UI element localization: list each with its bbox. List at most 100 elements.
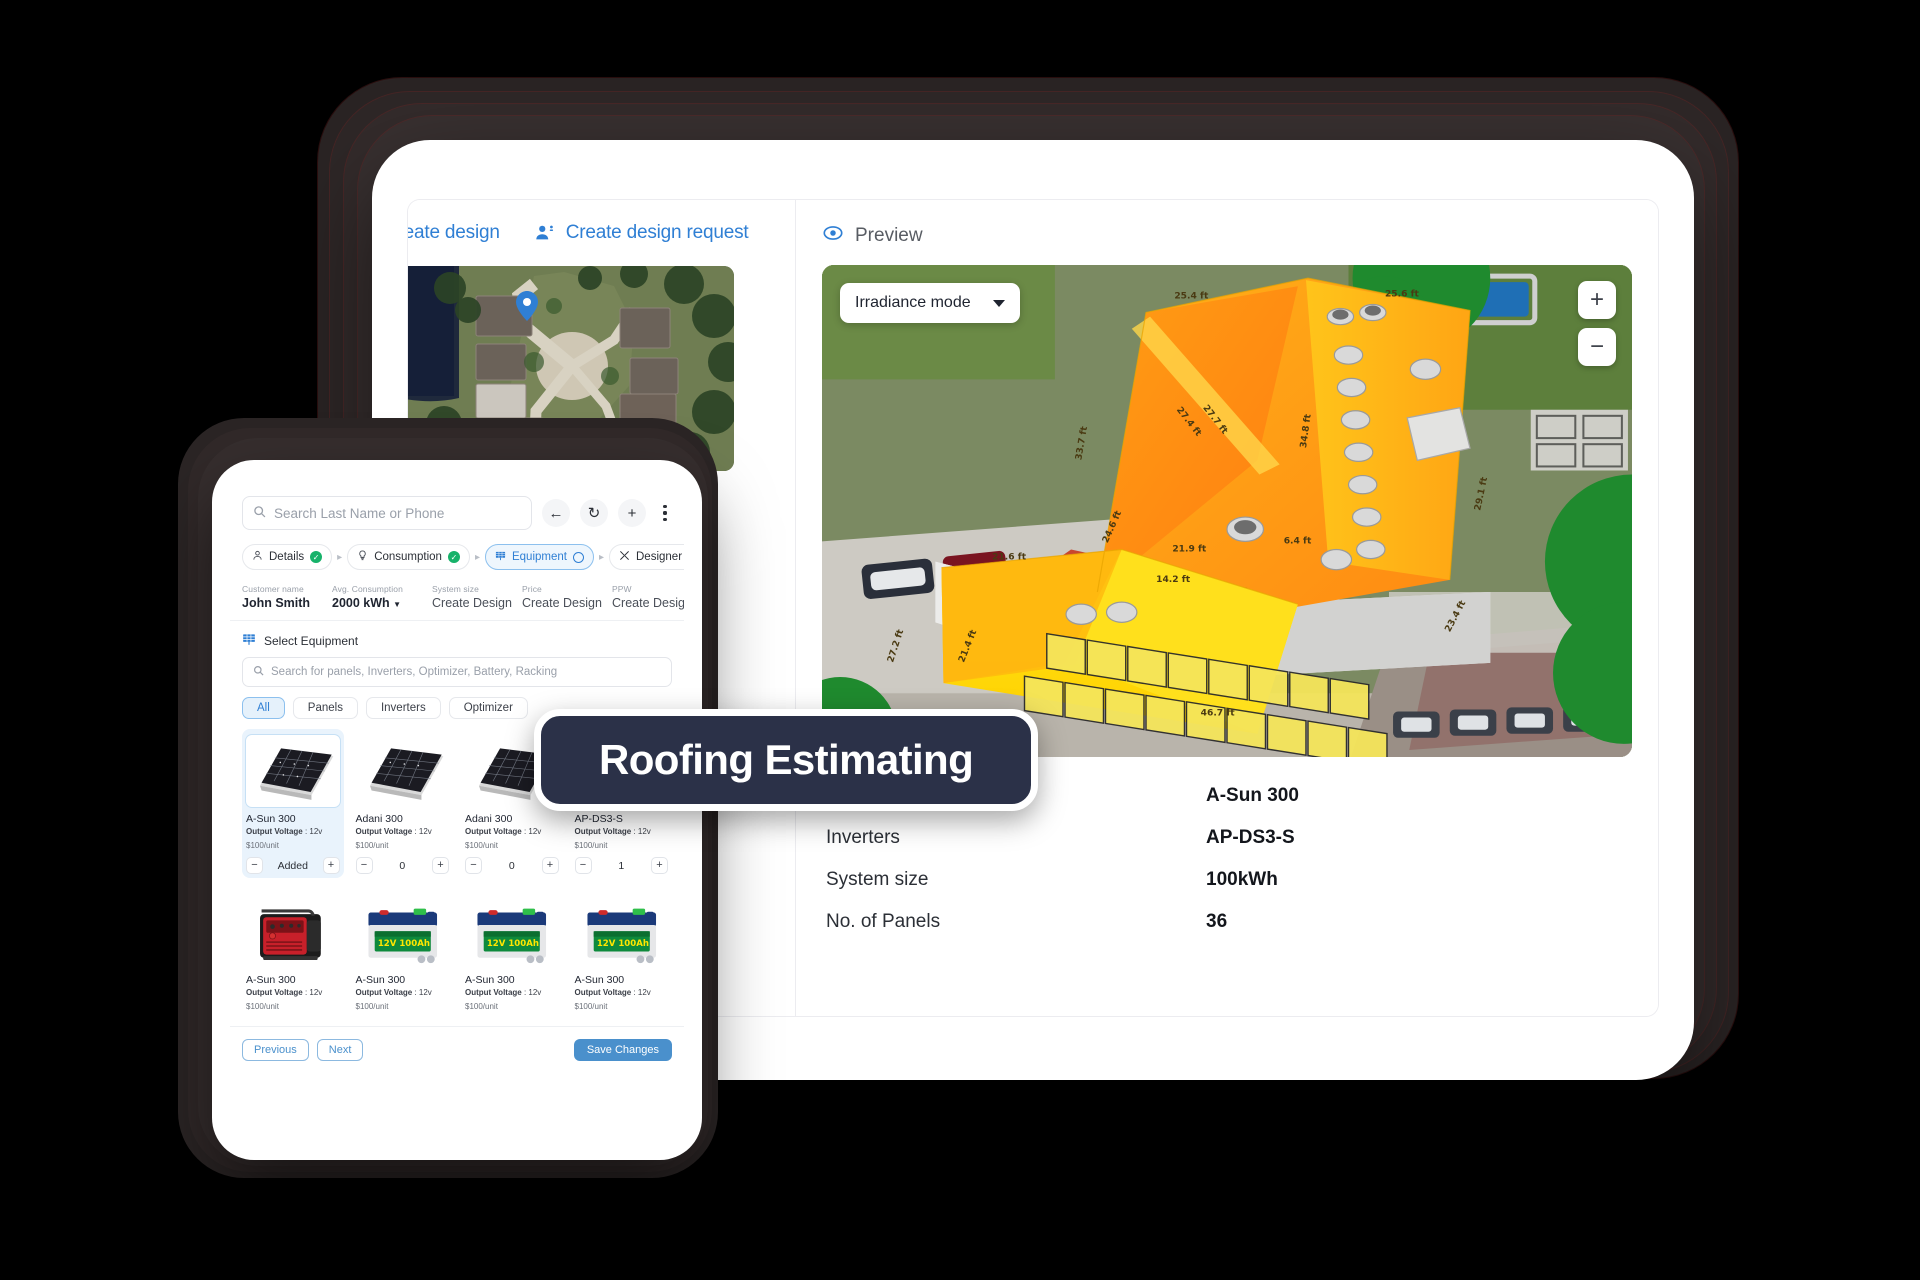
meta-value: Create Design [522, 596, 602, 610]
product-image [355, 735, 449, 807]
tab-create-design[interactable]: Create design [408, 222, 500, 244]
irradiance-mode-value: Irradiance mode [855, 294, 971, 311]
preview-3d-map[interactable]: Irradiance mode + − 25.4 ft 25.6 ft 33.7… [822, 265, 1632, 757]
preview-panel: Preview Irradiance mode + − 25.4 ft 25.6… [796, 200, 1658, 1016]
spec-key: No. of Panels [826, 911, 941, 932]
product-price: $100/unit [246, 841, 279, 850]
step-consumption[interactable]: Consumption ✓ [347, 544, 470, 570]
back-button[interactable]: ← [542, 499, 570, 527]
more-options-icon[interactable] [656, 505, 674, 521]
step-equipment[interactable]: Equipment [484, 544, 594, 570]
chip-panels[interactable]: Panels [292, 697, 358, 719]
tab-create-design-request[interactable]: Create design request [534, 222, 749, 244]
step-details[interactable]: Details ✓ [242, 544, 333, 570]
product-image: 12V 100Ah [574, 896, 668, 968]
chip-inverters[interactable]: Inverters [365, 697, 441, 719]
product-spec: Output Voltage : 12v [574, 827, 651, 836]
solar-icon [242, 632, 256, 649]
meta-key: PPW [612, 584, 632, 594]
meta-avg-consumption[interactable]: Avg. Consumption 2000 kWh ▼ [332, 584, 432, 610]
quantity-stepper: − Added + [246, 857, 340, 874]
circle-icon [572, 551, 584, 563]
decrement-button[interactable]: − [355, 857, 373, 874]
product-spec: Output Voltage : 12v [574, 988, 651, 997]
bulb-icon [357, 550, 368, 564]
measurement-label: 14.2 ft [1156, 575, 1191, 585]
design-tabs: Create design Create design request [408, 222, 795, 244]
meta-price[interactable]: Price Create Design [522, 584, 612, 610]
product-name: A-Sun 300 [355, 974, 406, 986]
person-icon [252, 550, 263, 564]
refresh-button[interactable]: ↻ [580, 499, 608, 527]
product-card[interactable]: Adani 300 Output Voltage : 12v $100/unit… [352, 729, 454, 878]
meta-system-size[interactable]: System size Create Design [432, 584, 522, 610]
step-designer[interactable]: Designer [609, 544, 684, 570]
preview-header: Preview [822, 222, 1632, 249]
quantity-value: 0 [508, 859, 515, 872]
select-equipment-header: Select Equipment [230, 621, 684, 657]
product-price: $100/unit [574, 841, 608, 850]
product-card[interactable]: 12V 100Ah A-Sun 300 Output Voltage : 12v… [571, 890, 673, 1016]
chip-all[interactable]: All [242, 697, 285, 719]
step-details-label: Details [269, 551, 305, 563]
svg-text:12V 100Ah: 12V 100Ah [377, 939, 429, 949]
previous-button[interactable]: Previous [242, 1039, 309, 1061]
increment-button[interactable]: + [322, 857, 340, 874]
step-separator: ▸ [337, 551, 343, 563]
search-icon [253, 665, 264, 679]
meta-key: Avg. Consumption [332, 584, 403, 594]
search-icon [253, 505, 266, 521]
product-card[interactable]: 12V 100Ah A-Sun 300 Output Voltage : 12v… [461, 890, 563, 1016]
check-circle-icon: ✓ [447, 551, 460, 563]
equipment-search-input[interactable]: Search for panels, Inverters, Optimizer,… [242, 657, 672, 687]
chip-optimizer[interactable]: Optimizer [448, 697, 528, 719]
meta-value: John Smith [242, 596, 311, 610]
app-toolbar: Search Last Name or Phone ← ↻ + [230, 484, 684, 538]
spec-key: System size [826, 869, 929, 890]
product-card[interactable]: A-Sun 300 Output Voltage : 12v $100/unit… [242, 729, 344, 878]
irradiance-mode-select[interactable]: Irradiance mode [840, 283, 1020, 323]
save-changes-button[interactable]: Save Changes [573, 1039, 672, 1061]
meta-value: 2000 kWh ▼ [332, 596, 402, 610]
spec-value: A-Sun 300 [1206, 785, 1299, 806]
increment-button[interactable]: + [432, 857, 449, 874]
product-spec: Output Voltage : 12v [465, 988, 542, 997]
search-customer-field[interactable]: Search Last Name or Phone [242, 496, 532, 530]
product-image [246, 735, 340, 807]
product-image: 12V 100Ah [355, 896, 449, 968]
spec-row: System size 100kWh [826, 859, 1628, 901]
product-name: A-Sun 300 [574, 974, 625, 986]
preview-satellite-3d-render: 25.4 ft 25.6 ft 33.7 ft 27.4 ft 27.7 ft … [822, 265, 1632, 757]
meta-ppw[interactable]: PPW Create Design [612, 584, 684, 610]
add-button[interactable]: + [618, 499, 646, 527]
zoom-in-button[interactable]: + [1578, 281, 1616, 319]
measurement-label: 6.4 ft [1284, 536, 1312, 546]
product-price: $100/unit [574, 1002, 608, 1011]
quantity-value: Added [277, 859, 308, 872]
next-button[interactable]: Next [316, 1039, 364, 1061]
increment-button[interactable]: + [651, 857, 668, 874]
meta-key: Price [522, 584, 542, 594]
equipment-grid-row-2: A-Sun 300 Output Voltage : 12v $100/unit… [230, 888, 684, 1016]
meta-customer-name: Customer name John Smith [242, 584, 332, 610]
battery-icon: 12V 100Ah [477, 908, 547, 964]
step-consumption-label: Consumption [374, 551, 442, 563]
product-spec: Output Voltage : 12v [355, 827, 432, 836]
check-circle-icon: ✓ [310, 551, 323, 563]
product-card[interactable]: 12V 100Ah A-Sun 300 Output Voltage : 12v… [352, 890, 454, 1016]
product-image [246, 896, 340, 968]
decrement-button[interactable]: − [465, 857, 482, 874]
decrement-button[interactable]: − [574, 857, 592, 874]
decrement-button[interactable]: − [246, 857, 263, 874]
solar-panel-icon [369, 748, 443, 800]
quantity-stepper: − 1 + [574, 857, 668, 874]
product-spec: Output Voltage : 12v [246, 827, 323, 836]
zoom-out-button[interactable]: − [1578, 328, 1616, 366]
product-card[interactable]: A-Sun 300 Output Voltage : 12v $100/unit [242, 890, 344, 1016]
quantity-value: 1 [618, 859, 625, 872]
increment-button[interactable]: + [541, 857, 559, 874]
meta-value: Create Design [432, 596, 512, 610]
spec-row: Inverters AP-DS3-S [826, 817, 1628, 859]
svg-text:12V 100Ah: 12V 100Ah [596, 939, 648, 949]
solar-icon [495, 550, 506, 564]
